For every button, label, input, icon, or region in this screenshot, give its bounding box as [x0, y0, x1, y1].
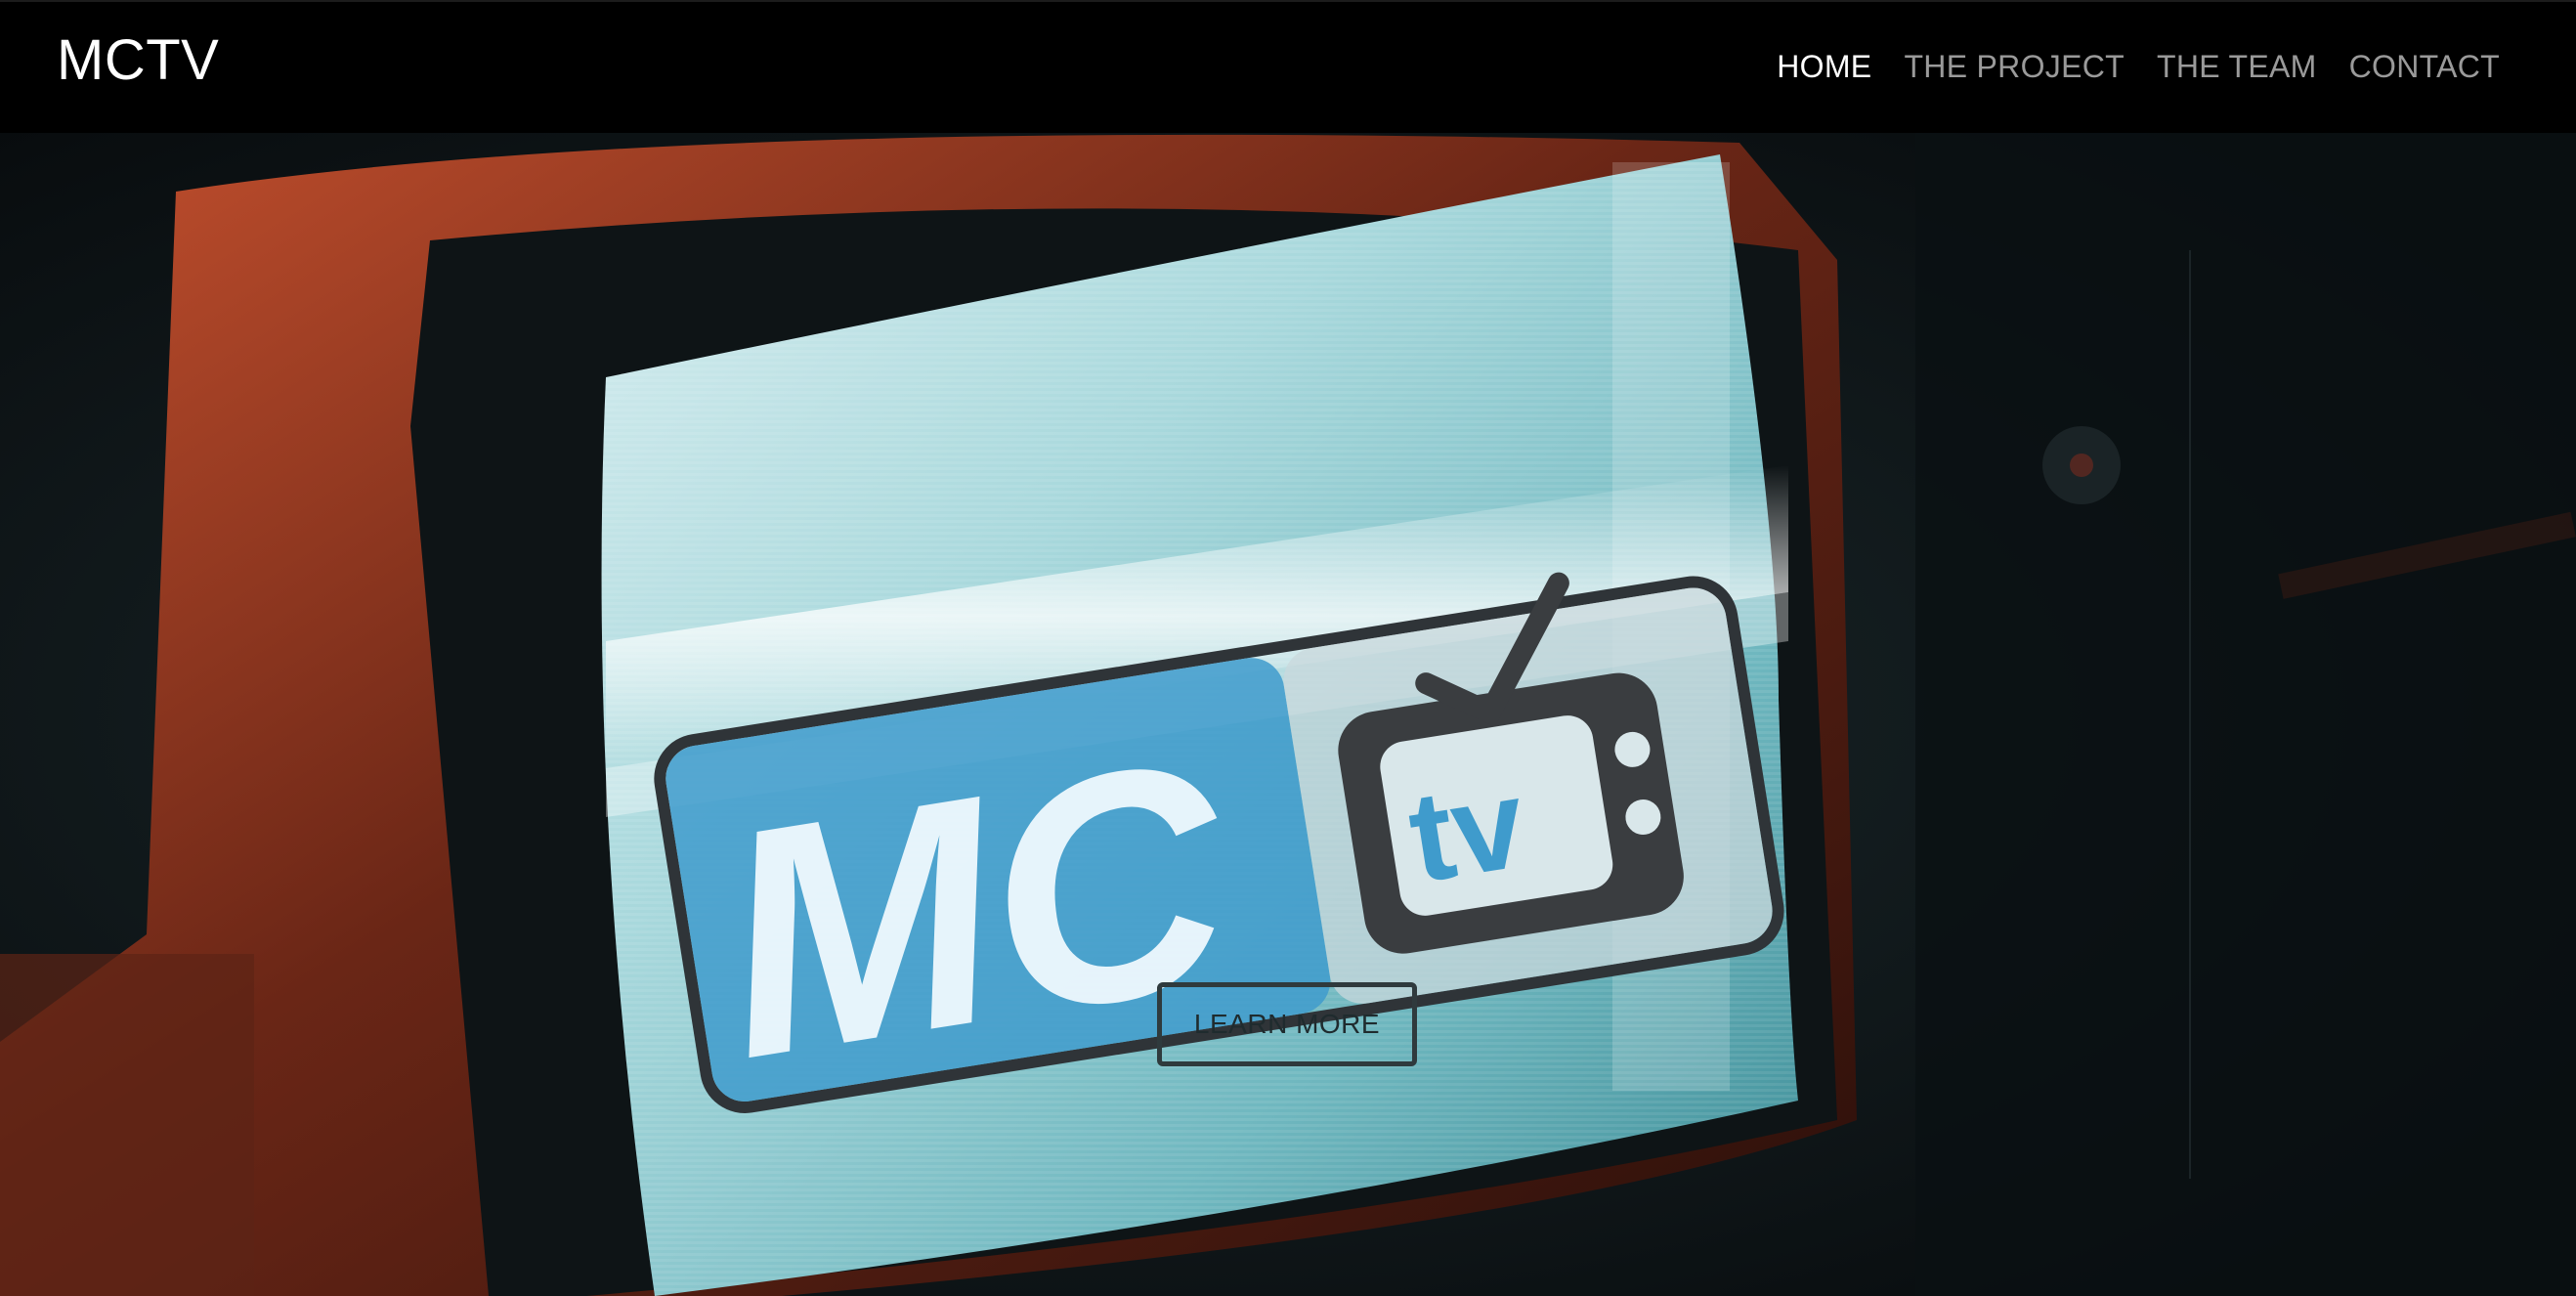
hero-background-image: MC tv: [0, 133, 2576, 1296]
brand-logo-link[interactable]: MCTV: [57, 27, 219, 93]
hero-section: MC tv LEARN MORE: [0, 133, 2576, 1296]
learn-more-button[interactable]: LEARN MORE: [1157, 982, 1417, 1066]
nav-link-contact[interactable]: CONTACT: [2349, 49, 2500, 84]
page: MCTV HOME THE PROJECT THE TEAM CONTACT M…: [0, 0, 2576, 1296]
main-nav: HOME THE PROJECT THE TEAM CONTACT: [1777, 49, 2500, 85]
nav-item-home: HOME: [1777, 49, 1871, 85]
nav-item-team: THE TEAM: [2157, 49, 2317, 85]
nav-link-home[interactable]: HOME: [1777, 49, 1871, 84]
nav-link-the-project[interactable]: THE PROJECT: [1904, 49, 2125, 84]
svg-text:tv: tv: [1400, 751, 1534, 909]
nav-item-project: THE PROJECT: [1904, 49, 2125, 85]
top-navbar: MCTV HOME THE PROJECT THE TEAM CONTACT: [0, 0, 2576, 133]
nav-item-contact: CONTACT: [2349, 49, 2500, 85]
nav-link-the-team[interactable]: THE TEAM: [2157, 49, 2317, 84]
